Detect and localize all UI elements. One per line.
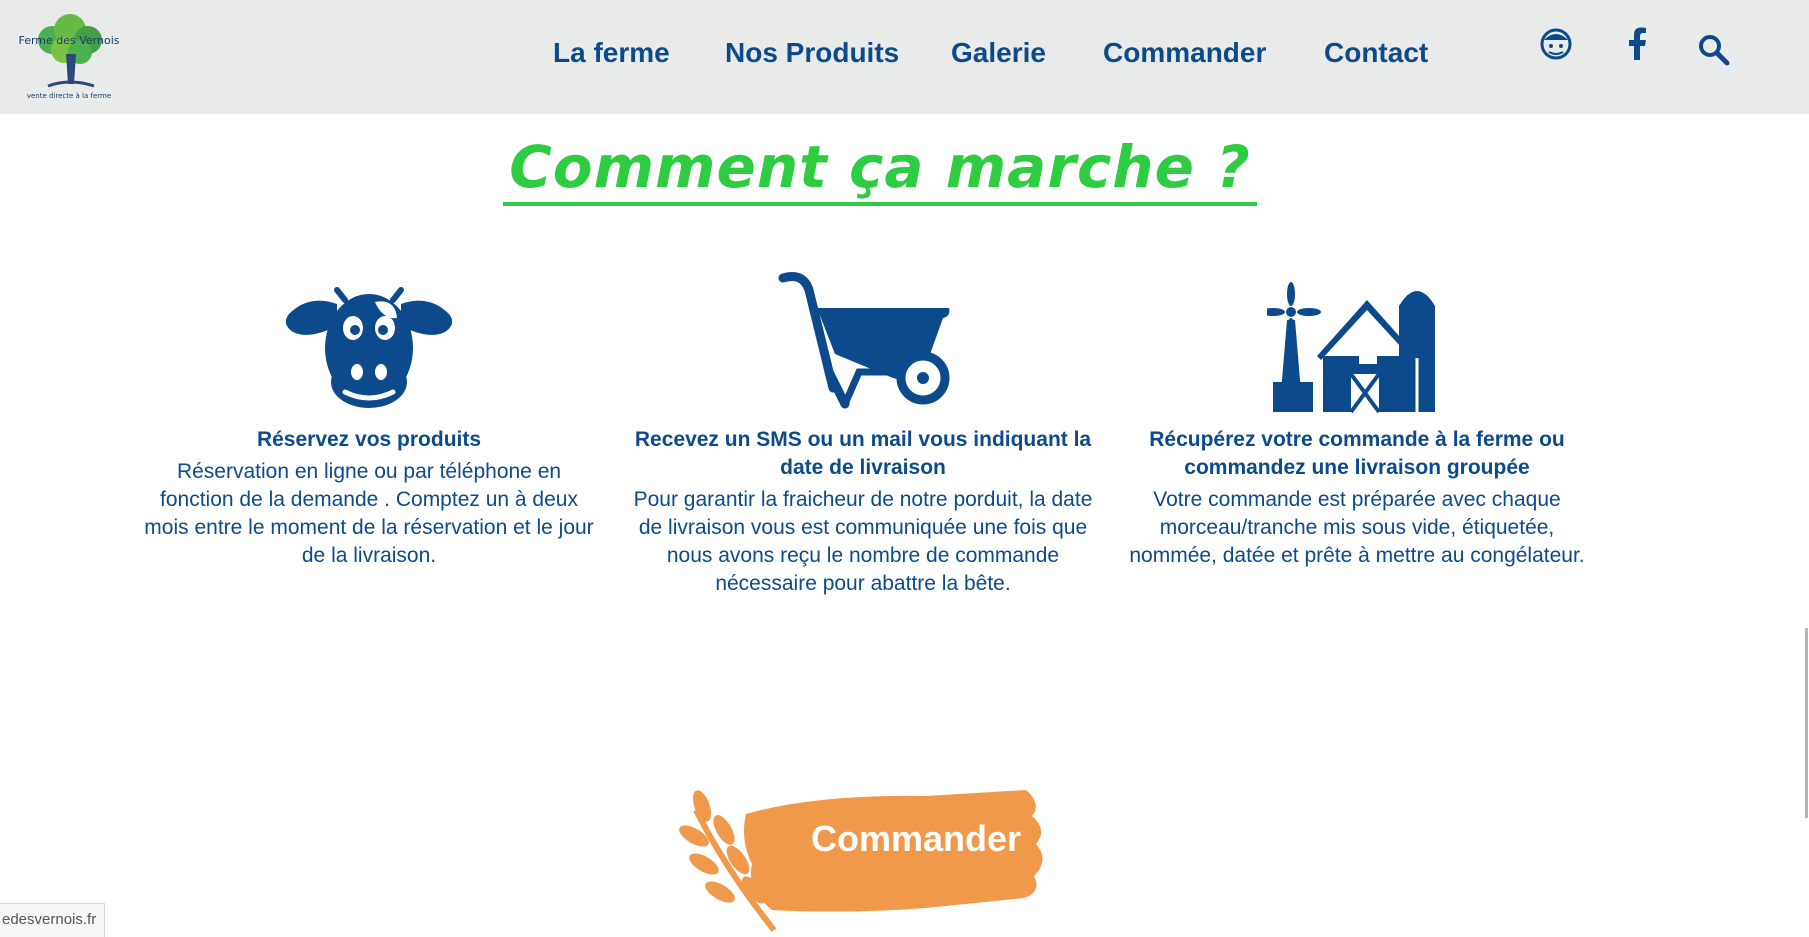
step-reserve-title: Réservez vos produits	[256, 428, 482, 451]
step-reserve: Réservez vos produits Réservation en lig…	[139, 268, 599, 570]
step-notify: Recevez un SMS ou un mail vous indiquant…	[633, 268, 1093, 598]
logo-name: Ferme des Vernois	[18, 34, 119, 47]
step-notify-text: Pour garantir la fraicheur de notre pord…	[633, 488, 1093, 595]
facebook-icon	[1629, 27, 1646, 60]
tree-logo-icon: Ferme des Vernois vente directe à la fer…	[18, 14, 120, 100]
nav-nos-produits[interactable]: Nos Produits	[725, 30, 899, 76]
commander-cta-label: Commander	[810, 818, 1022, 859]
step-pickup-text: Votre commande est préparée avec chaque …	[1129, 488, 1585, 567]
status-bar-url: edesvernois.fr	[0, 903, 106, 937]
cow-icon	[285, 287, 453, 408]
account-icon	[1540, 28, 1572, 60]
wheelbarrow-icon	[778, 272, 950, 409]
search-button[interactable]	[1694, 30, 1734, 70]
step-pickup-image	[1127, 268, 1587, 416]
step-reserve-text: Réservation en ligne ou par téléphone en…	[144, 460, 594, 567]
nav-contact[interactable]: Contact	[1324, 30, 1428, 76]
site-header: Ferme des Vernois vente directe à la fer…	[0, 0, 1809, 114]
farm-barn-icon	[1267, 282, 1435, 414]
step-notify-title: Recevez un SMS ou un mail vous indiquant…	[634, 428, 1092, 479]
nav-la-ferme[interactable]: La ferme	[553, 30, 670, 76]
facebook-link[interactable]	[1618, 24, 1658, 64]
step-pickup: Récupérez votre commande à la ferme ou c…	[1127, 268, 1587, 570]
step-pickup-title: Récupérez votre commande à la ferme ou c…	[1149, 428, 1565, 479]
step-reserve-image	[139, 268, 599, 416]
commander-cta-button[interactable]: Commander	[676, 780, 1076, 936]
nav-galerie[interactable]: Galerie	[951, 30, 1046, 76]
page-heading: Comment ça marche ?	[0, 132, 1760, 206]
account-button[interactable]	[1536, 24, 1576, 64]
site-logo[interactable]: Ferme des Vernois vente directe à la fer…	[18, 10, 120, 102]
step-notify-image	[633, 268, 1093, 416]
scrollbar[interactable]	[1805, 628, 1808, 818]
page-heading-text: Comment ça marche ?	[503, 132, 1257, 206]
search-icon	[1699, 35, 1730, 66]
nav-commander[interactable]: Commander	[1103, 30, 1266, 76]
logo-tagline: vente directe à la ferme	[27, 92, 111, 100]
